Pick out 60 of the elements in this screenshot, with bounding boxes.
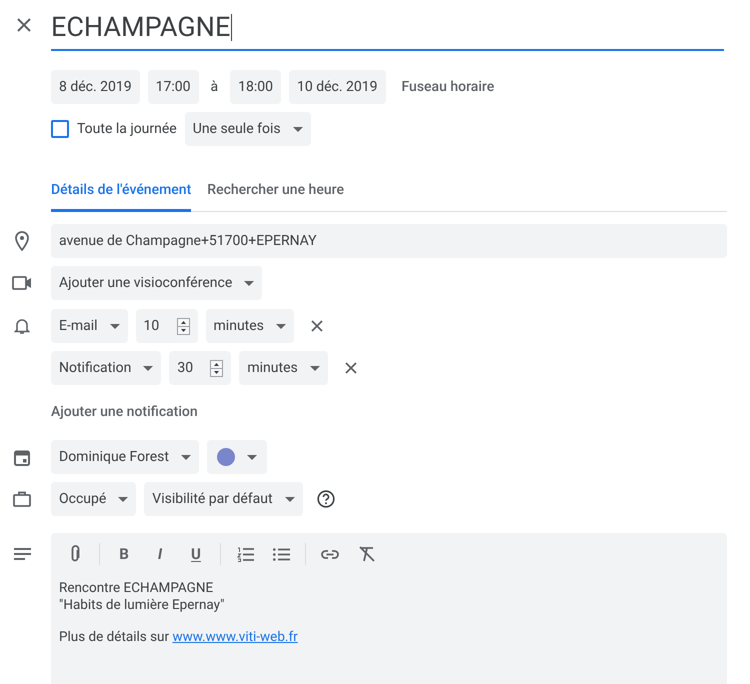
location-field[interactable]: avenue de Champagne+51700+EPERNAY [51, 224, 727, 258]
start-date-field[interactable]: 8 déc. 2019 [51, 70, 140, 104]
caret-icon [284, 496, 295, 502]
caret-icon [310, 366, 320, 370]
caret-icon [244, 280, 254, 286]
location-pin-icon [14, 231, 28, 251]
unit-dropdown[interactable]: minutes [206, 309, 294, 343]
caret-icon [276, 324, 286, 328]
caret-icon [143, 366, 154, 370]
method-dropdown[interactable]: Notification [51, 351, 162, 385]
availability-dropdown[interactable]: Occupé [51, 482, 136, 516]
website-link[interactable]: www.www.viti-web.fr [172, 629, 298, 645]
end-date-field[interactable]: 10 déc. 2019 [289, 70, 386, 104]
caret-icon [110, 324, 120, 328]
checkbox-label: Toute la journée [77, 120, 177, 138]
color-dropdown[interactable] [206, 440, 267, 474]
caret-icon [292, 126, 303, 132]
method-dropdown[interactable]: E-mail [51, 309, 128, 343]
add-notification-link[interactable]: Ajouter une notification [51, 402, 198, 422]
caret-icon [246, 454, 257, 460]
description-text: "Habits de lumière Epernay" [59, 597, 226, 614]
tab[interactable]: Détails de l'événement [51, 172, 192, 212]
recurrence-dropdown[interactable]: Une seule fois [184, 112, 311, 146]
minutes-field[interactable]: 30 [169, 351, 232, 385]
description-text: Plus de détails sur www.www.viti-web.fr [59, 629, 299, 646]
minutes-field[interactable]: 10 [136, 309, 198, 343]
bulleted-list-icon [272, 548, 290, 560]
caret-icon [118, 496, 128, 502]
end-time-field[interactable]: 18:00 [230, 70, 281, 104]
tab[interactable]: Rechercher une heure [207, 172, 344, 212]
bell-icon [14, 317, 30, 335]
separator-text: à [210, 78, 220, 96]
video-camera-icon [12, 276, 32, 290]
title-field[interactable]: ECHAMPAGNE [51, 6, 724, 51]
bold-button[interactable]: B [108, 539, 140, 569]
close-icon [310, 320, 323, 332]
description-text: Rencontre ECHAMPAGNE [59, 580, 214, 597]
calendar-dropdown[interactable]: Dominique Forest [51, 440, 199, 474]
close-icon [17, 18, 31, 32]
calendar-icon [14, 448, 30, 466]
italic-button[interactable]: I [144, 539, 176, 569]
checkbox[interactable] [51, 120, 69, 138]
visibility-dropdown[interactable]: Visibilité par défaut [144, 482, 303, 516]
paperclip-icon [70, 545, 80, 563]
description-field[interactable]: B I U Rencontre ECHAMPAGNE "Habits de lumière Epernay" Plus de détails sur www.www.viti-web.fr [51, 533, 727, 684]
clear-formatting-icon [358, 546, 374, 562]
briefcase-icon [12, 491, 30, 507]
help-icon [316, 490, 335, 508]
caret-icon [180, 454, 191, 460]
text-lines-icon [14, 548, 31, 560]
unit-dropdown[interactable]: minutes [239, 351, 328, 385]
stepper-icon [176, 318, 190, 334]
link-icon [321, 550, 339, 558]
close-icon [344, 362, 357, 374]
stepper-icon [210, 360, 224, 376]
start-time-field[interactable]: 17:00 [148, 70, 198, 104]
conference-dropdown[interactable]: Ajouter une visioconférence [51, 266, 262, 300]
timezone-link[interactable]: Fuseau horaire [394, 76, 502, 98]
underline-button[interactable]: U [180, 539, 212, 569]
numbered-list-icon [236, 546, 254, 562]
